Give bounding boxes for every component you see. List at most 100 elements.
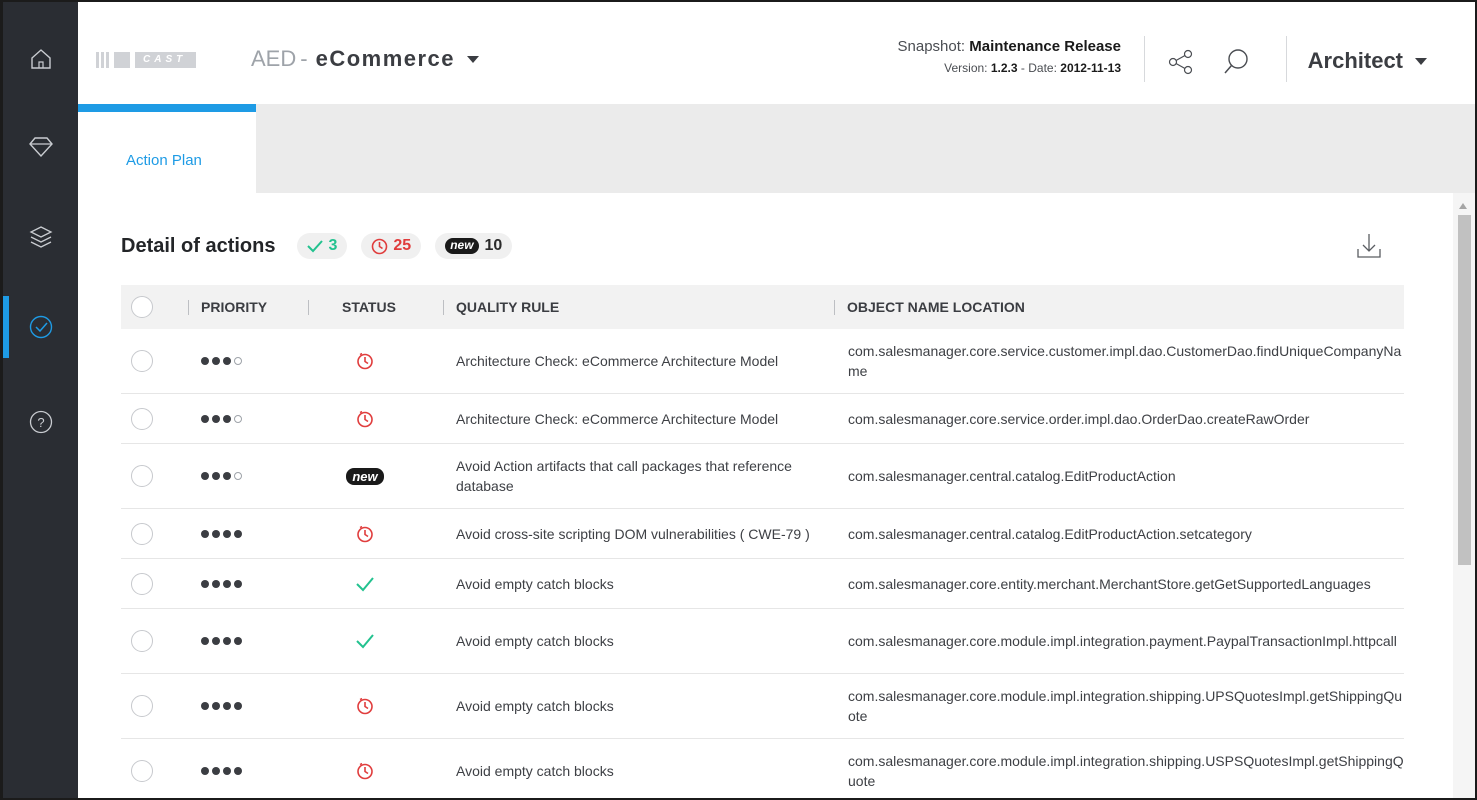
- quality-rule-text[interactable]: Architecture Check: eCommerce Architectu…: [456, 351, 826, 371]
- priority-dot-filled: [223, 767, 231, 775]
- priority-dot-filled: [234, 637, 242, 645]
- search-button[interactable]: [1220, 46, 1252, 78]
- sidebar-item-action-plan[interactable]: [3, 292, 78, 362]
- tab-action-plan[interactable]: Action Plan: [78, 104, 256, 193]
- row-select-radio[interactable]: [131, 407, 153, 430]
- column-quality-rule[interactable]: QUALITY RULE: [443, 285, 559, 329]
- sidebar-item-architecture[interactable]: [3, 202, 78, 272]
- select-all-radio[interactable]: [131, 296, 153, 318]
- table-row[interactable]: Architecture Check: eCommerce Architectu…: [121, 394, 1404, 444]
- object-name-text[interactable]: com.salesmanager.core.module.impl.integr…: [848, 631, 1408, 651]
- download-button[interactable]: [1354, 231, 1384, 261]
- clock-icon: [357, 762, 373, 780]
- chevron-down-icon: [1415, 57, 1427, 65]
- quality-rule-cell: Avoid empty catch blocks: [456, 674, 826, 738]
- sidebar-item-home[interactable]: [3, 24, 78, 94]
- object-name-text[interactable]: com.salesmanager.core.module.impl.integr…: [848, 751, 1408, 791]
- table-row[interactable]: Avoid empty catch blocks com.salesmanager…: [121, 674, 1404, 739]
- priority-dot-filled: [201, 767, 209, 775]
- table-row[interactable]: Architecture Check: eCommerce Architectu…: [121, 329, 1404, 394]
- pending-count: 25: [393, 237, 412, 254]
- status-cell: [331, 509, 399, 558]
- object-name-text[interactable]: com.salesmanager.central.catalog.EditPro…: [848, 466, 1408, 486]
- quality-rule-text[interactable]: Avoid empty catch blocks: [456, 696, 826, 716]
- quality-rule-cell: Architecture Check: eCommerce Architectu…: [456, 329, 826, 393]
- done-count-badge[interactable]: 3: [297, 233, 348, 259]
- priority-dots: [201, 414, 242, 423]
- clock-icon: [371, 238, 388, 255]
- quality-rule-text[interactable]: Avoid cross-site scripting DOM vulnerabi…: [456, 524, 826, 544]
- priority-dots: [201, 767, 242, 775]
- object-name-text[interactable]: com.salesmanager.core.service.order.impl…: [848, 409, 1408, 429]
- snapshot-name: Maintenance Release: [969, 38, 1121, 55]
- priority-dot-filled: [223, 472, 231, 480]
- pending-count-badge[interactable]: 25: [361, 233, 422, 259]
- table-row[interactable]: Avoid empty catch blocks com.salesmanager…: [121, 739, 1404, 798]
- priority-cell: [201, 739, 242, 798]
- app-window: ? CAST AED - eCommerce Snapshot: Mainten…: [0, 0, 1477, 800]
- status-cell: [331, 559, 399, 608]
- object-name-text[interactable]: com.salesmanager.core.entity.merchant.Me…: [848, 574, 1408, 594]
- column-object-name[interactable]: OBJECT NAME LOCATION: [834, 285, 1025, 329]
- priority-dot-filled: [212, 579, 220, 588]
- svg-text:?: ?: [37, 415, 44, 430]
- table-row[interactable]: Avoid empty catch blocks com.salesmanager…: [121, 609, 1404, 674]
- row-select-radio[interactable]: [131, 630, 153, 652]
- object-name-text[interactable]: com.salesmanager.core.service.customer.i…: [848, 341, 1408, 381]
- scrollbar-thumb[interactable]: [1458, 215, 1471, 565]
- version-value: 1.2.3: [990, 61, 1018, 75]
- help-icon: ?: [29, 410, 52, 434]
- snapshot-info[interactable]: Snapshot: Maintenance Release Version: 1…: [898, 38, 1121, 75]
- quality-rule-text[interactable]: Avoid empty catch blocks: [456, 761, 826, 781]
- column-priority[interactable]: PRIORITY: [188, 285, 267, 329]
- priority-dot-filled: [212, 529, 220, 538]
- priority-dot-empty: [234, 472, 242, 480]
- status-cell: new: [331, 444, 399, 508]
- row-select-cell: [131, 559, 153, 608]
- quality-rule-text[interactable]: Avoid Action artifacts that call package…: [456, 456, 826, 496]
- table-row[interactable]: Avoid empty catch blocks com.salesmanager…: [121, 559, 1404, 609]
- row-select-radio[interactable]: [131, 572, 153, 595]
- sidebar: ?: [3, 2, 78, 798]
- row-select-radio[interactable]: [131, 760, 153, 782]
- app-name: eCommerce: [315, 46, 456, 71]
- object-name-text[interactable]: com.salesmanager.core.module.impl.integr…: [848, 686, 1408, 726]
- sidebar-item-help[interactable]: ?: [3, 387, 78, 457]
- application-selector[interactable]: AED - eCommerce: [251, 46, 480, 72]
- priority-dot-filled: [212, 702, 220, 710]
- quality-rule-text[interactable]: Avoid empty catch blocks: [456, 631, 826, 651]
- priority-cell: [201, 674, 242, 738]
- object-name-text[interactable]: com.salesmanager.central.catalog.EditPro…: [848, 524, 1408, 544]
- column-status[interactable]: STATUS: [308, 285, 396, 329]
- download-icon: [1357, 234, 1381, 258]
- chevron-down-icon: [467, 55, 480, 63]
- priority-dot-filled: [201, 414, 209, 423]
- table-row[interactable]: Avoid cross-site scripting DOM vulnerabi…: [121, 509, 1404, 559]
- object-name-cell: com.salesmanager.central.catalog.EditPro…: [848, 509, 1408, 558]
- select-all-checkbox[interactable]: [131, 285, 153, 329]
- table-header: PRIORITY STATUS QUALITY RULE OBJECT NAME…: [121, 285, 1404, 329]
- row-select-radio[interactable]: [131, 350, 153, 372]
- quality-rule-cell: Architecture Check: eCommerce Architectu…: [456, 394, 826, 443]
- row-select-radio[interactable]: [131, 695, 153, 717]
- priority-cell: [201, 559, 242, 608]
- row-select-radio[interactable]: [131, 522, 153, 545]
- sidebar-item-quality[interactable]: [3, 112, 78, 182]
- priority-dot-filled: [212, 414, 220, 423]
- quality-rule-text[interactable]: Architecture Check: eCommerce Architectu…: [456, 409, 826, 429]
- quality-rule-text[interactable]: Avoid empty catch blocks: [456, 574, 826, 594]
- table-row[interactable]: new Avoid Action artifacts that call pack…: [121, 444, 1404, 509]
- object-name-cell: com.salesmanager.core.service.customer.i…: [848, 329, 1408, 393]
- clock-icon: [357, 410, 373, 427]
- role-selector[interactable]: Architect: [1308, 48, 1427, 74]
- scrollbar[interactable]: [1453, 193, 1475, 798]
- row-select-radio[interactable]: [131, 465, 153, 487]
- home-icon: [30, 49, 51, 69]
- new-count-badge[interactable]: new 10: [435, 233, 513, 259]
- quality-rule-cell: Avoid empty catch blocks: [456, 559, 826, 608]
- column-status-label: STATUS: [342, 299, 396, 315]
- share-button[interactable]: [1165, 46, 1197, 78]
- scroll-up-arrow[interactable]: [1459, 203, 1467, 209]
- priority-cell: [201, 329, 242, 393]
- priority-dot-filled: [201, 579, 209, 588]
